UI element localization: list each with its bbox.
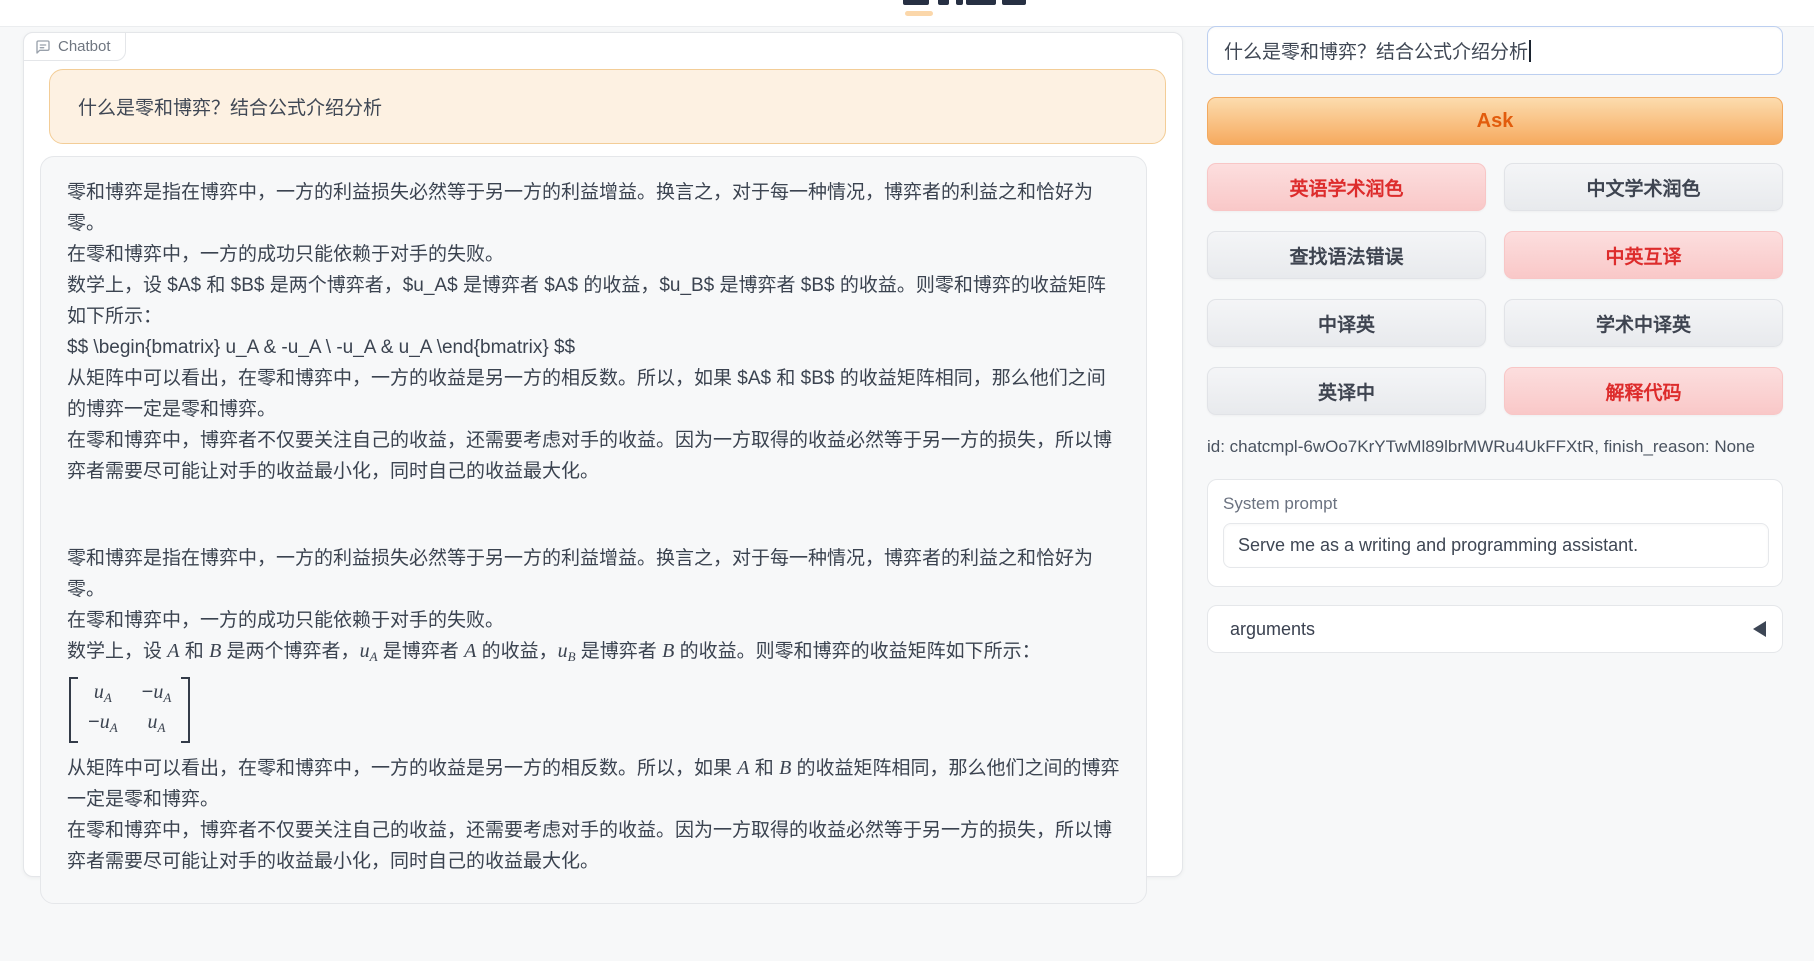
bot-rendered-conclusion: 从矩阵中可以看出，在零和博弈中，一方的收益是另一方的相反数。所以，如果 A 和 … xyxy=(67,753,1120,815)
title-fragment xyxy=(938,0,949,5)
btn-zh-en-mutual-translate[interactable]: 中英互译 xyxy=(1504,231,1783,279)
rendered-matrix: uA −uA −uA uA xyxy=(67,672,1120,753)
btn-en-to-zh[interactable]: 英译中 xyxy=(1207,367,1486,415)
system-prompt-value: Serve me as a writing and programming as… xyxy=(1238,535,1638,556)
title-fragment-accent xyxy=(905,11,933,16)
title-fragment xyxy=(903,0,929,5)
bot-rendered-line: 在零和博弈中，一方的成功只能依赖于对手的失败。 xyxy=(67,605,1120,636)
system-prompt-input[interactable]: Serve me as a writing and programming as… xyxy=(1223,523,1769,568)
title-fragment xyxy=(1002,0,1026,5)
btn-academic-zh-to-en[interactable]: 学术中译英 xyxy=(1504,299,1783,347)
user-message-text: 什么是零和博弈？结合公式介绍分析 xyxy=(78,93,382,120)
system-prompt-label: System prompt xyxy=(1223,494,1767,514)
btn-find-grammar-errors[interactable]: 查找语法错误 xyxy=(1207,231,1486,279)
btn-chinese-academic-polish[interactable]: 中文学术润色 xyxy=(1504,163,1783,211)
bot-raw-line: 在零和博弈中，一方的成功只能依赖于对手的失败。 xyxy=(67,239,1120,270)
chat-bubble-icon xyxy=(35,39,51,55)
status-line: id: chatcmpl-6wOo7KrYTwMl89lbrMWRu4UkFFX… xyxy=(1207,437,1783,457)
arguments-accordion-label: arguments xyxy=(1230,619,1315,640)
title-fragment xyxy=(966,0,996,5)
matrix-cell: −uA xyxy=(142,681,172,709)
composer-column: 什么是零和博弈？结合公式介绍分析 Ask 英语学术润色 中文学术润色 查找语法错… xyxy=(1207,26,1783,653)
bot-raw-line: 零和博弈是指在博弈中，一方的利益损失必然等于另一方的利益增益。换言之，对于每一种… xyxy=(67,177,1120,239)
ask-button[interactable]: Ask xyxy=(1207,97,1783,145)
matrix-cell: uA xyxy=(94,681,112,709)
bot-raw-line: 数学上，设 $A$ 和 $B$ 是两个博弈者，$u_A$ 是博弈者 $A$ 的收… xyxy=(67,270,1120,332)
matrix-left-bracket xyxy=(69,677,78,743)
question-input-value: 什么是零和博弈？结合公式介绍分析 xyxy=(1224,37,1528,64)
user-message: 什么是零和博弈？结合公式介绍分析 xyxy=(49,69,1166,144)
bot-raw-line: 在零和博弈中，博弈者不仅要关注自己的收益，还需要考虑对手的收益。因为一方取得的收… xyxy=(67,425,1120,487)
bot-message: 零和博弈是指在博弈中，一方的利益损失必然等于另一方的利益增益。换言之，对于每一种… xyxy=(40,156,1147,904)
chatbot-label-text: Chatbot xyxy=(58,38,111,55)
paragraph-gap xyxy=(67,487,1120,543)
system-prompt-card: System prompt Serve me as a writing and … xyxy=(1207,479,1783,587)
btn-english-academic-polish[interactable]: 英语学术润色 xyxy=(1207,163,1486,211)
btn-zh-to-en[interactable]: 中译英 xyxy=(1207,299,1486,347)
bot-rendered-line: 在零和博弈中，博弈者不仅要关注自己的收益，还需要考虑对手的收益。因为一方取得的收… xyxy=(67,815,1120,877)
matrix-cell: uA xyxy=(147,711,165,739)
matrix-cell: −uA xyxy=(88,711,118,739)
text-caret xyxy=(1529,40,1531,62)
bot-rendered-math-intro: 数学上，设 A 和 B 是两个博弈者，uA 是博弈者 A 的收益，uB 是博弈者… xyxy=(67,636,1120,672)
arguments-accordion[interactable]: arguments xyxy=(1207,605,1783,653)
bot-raw-latex-line: $$ \begin{bmatrix} u_A & -u_A \ -u_A & u… xyxy=(67,332,1120,363)
bot-raw-line: 从矩阵中可以看出，在零和博弈中，一方的收益是另一方的相反数。所以，如果 $A$ … xyxy=(67,363,1120,425)
bot-rendered-line: 零和博弈是指在博弈中，一方的利益损失必然等于另一方的利益增益。换言之，对于每一种… xyxy=(67,543,1120,605)
page-header xyxy=(0,0,1814,27)
chatbot-panel: Chatbot 什么是零和博弈？结合公式介绍分析 零和博弈是指在博弈中，一方的利… xyxy=(23,32,1183,877)
title-fragment xyxy=(956,0,963,5)
accordion-collapsed-arrow-icon xyxy=(1753,621,1766,637)
btn-explain-code[interactable]: 解释代码 xyxy=(1504,367,1783,415)
chatbot-label: Chatbot xyxy=(23,32,126,61)
matrix-right-bracket xyxy=(181,677,190,743)
question-input[interactable]: 什么是零和博弈？结合公式介绍分析 xyxy=(1207,26,1783,75)
function-button-grid: 英语学术润色 中文学术润色 查找语法错误 中英互译 中译英 学术中译英 英译中 … xyxy=(1207,163,1783,415)
